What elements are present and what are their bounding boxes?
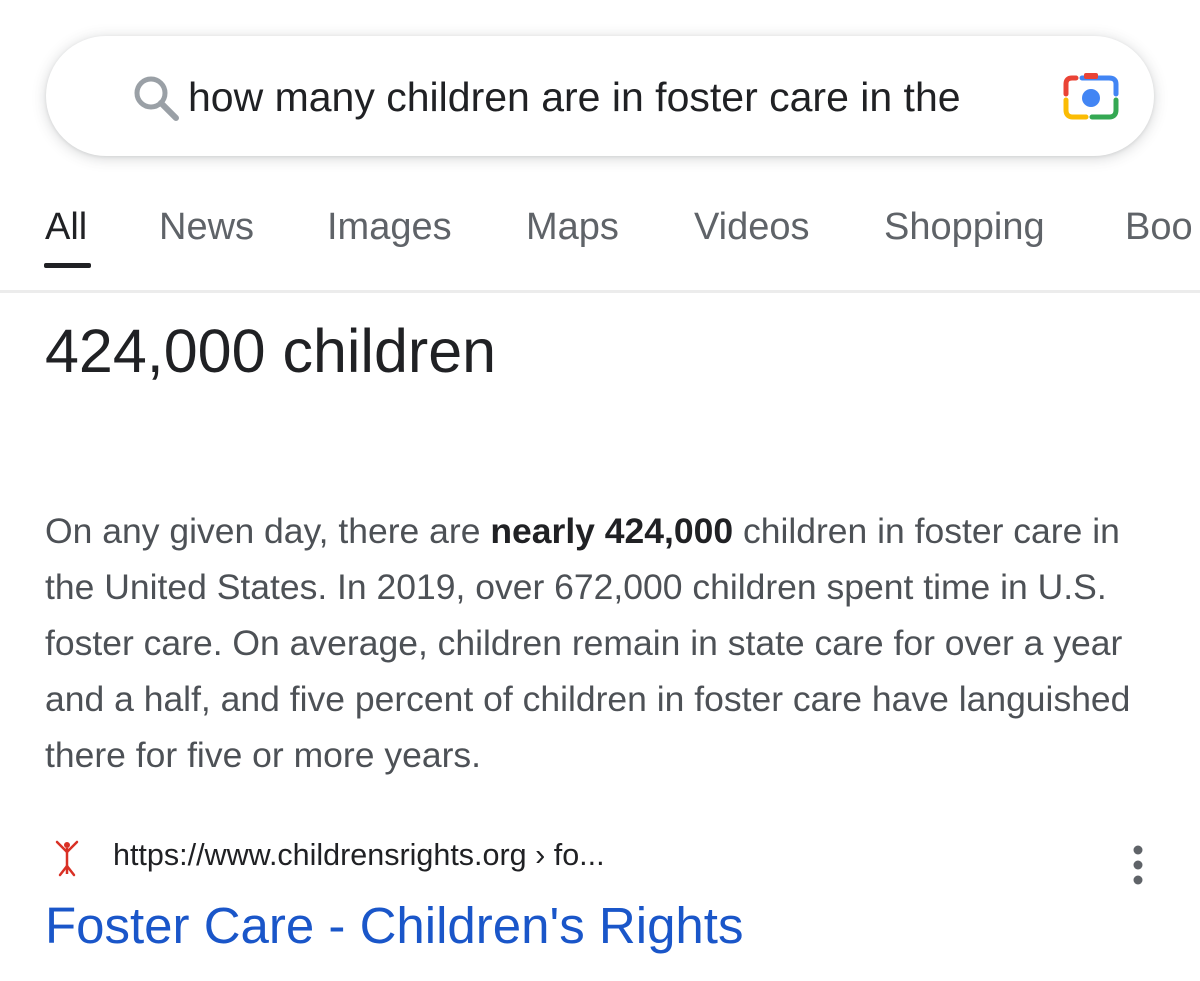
snippet-text-start: On any given day, there are (45, 511, 491, 551)
tab-shopping[interactable]: Shopping (884, 206, 1045, 249)
tab-videos[interactable]: Videos (694, 206, 810, 249)
featured-snippet-text: On any given day, there are nearly 424,0… (45, 503, 1165, 783)
search-input[interactable] (188, 66, 1078, 128)
snippet-highlight: nearly 424,000 (490, 511, 734, 551)
active-tab-indicator (44, 263, 91, 268)
more-vert-icon[interactable] (1124, 844, 1152, 888)
tab-all[interactable]: All (45, 206, 87, 249)
tab-books[interactable]: Boo (1125, 206, 1193, 249)
google-lens-camera-icon[interactable] (1062, 70, 1120, 124)
search-bar[interactable] (46, 36, 1154, 156)
search-icon[interactable] (130, 72, 182, 124)
tab-images[interactable]: Images (327, 206, 452, 249)
tab-news[interactable]: News (159, 206, 254, 249)
tab-maps[interactable]: Maps (526, 206, 619, 249)
tabs-divider (0, 290, 1200, 293)
childrens-rights-favicon (55, 840, 79, 877)
search-tabs: All News Images Maps Videos Shopping Boo (0, 200, 1200, 292)
featured-answer-headline: 424,000 children (45, 317, 497, 385)
result-title-link[interactable]: Foster Care - Children's Rights (45, 896, 743, 955)
result-url[interactable]: https://www.childrensrights.org › fo... (113, 838, 605, 873)
